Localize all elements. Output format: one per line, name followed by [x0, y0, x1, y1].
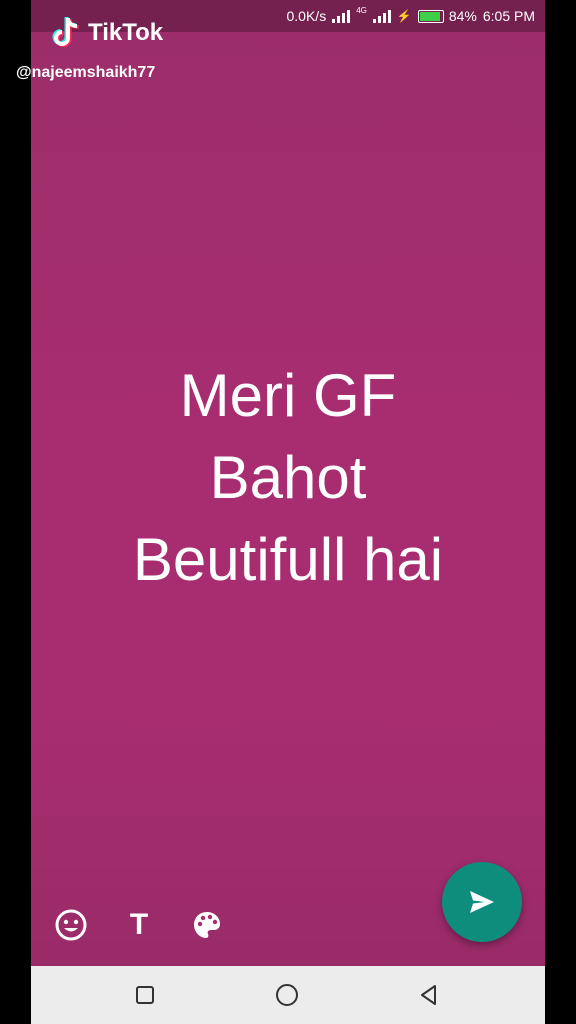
text-icon-label: T — [129, 908, 149, 941]
status-text[interactable]: Meri GF Bahot Beutifull hai — [31, 355, 545, 601]
send-icon — [470, 891, 494, 913]
signal-icon-2 — [372, 9, 391, 23]
send-button[interactable] — [442, 862, 522, 942]
recents-square-icon[interactable] — [115, 966, 175, 1024]
editor-toolbar: T — [31, 900, 281, 950]
back-triangle-icon[interactable] — [399, 966, 459, 1024]
charging-icon: ⚡ — [396, 9, 412, 23]
status-text-line: Beutifull hai — [132, 526, 444, 593]
tiktok-watermark: TikTok — [52, 16, 163, 50]
signal-icon — [332, 9, 351, 23]
home-circle-icon[interactable] — [257, 966, 317, 1024]
navigation-bar — [31, 966, 545, 1024]
status-text-line: Bahot — [209, 444, 367, 511]
battery: 84% — [417, 8, 477, 24]
network-speed: 0.0K/s — [286, 8, 327, 24]
palette-icon[interactable] — [187, 900, 227, 950]
emoji-icon[interactable] — [51, 900, 91, 950]
battery-percent: 84% — [448, 8, 477, 24]
network-type: 4G — [356, 6, 367, 15]
battery-icon — [417, 9, 444, 23]
tiktok-logo-icon — [52, 16, 80, 50]
text-icon[interactable]: T — [119, 900, 159, 950]
status-text-line: Meri GF — [179, 362, 397, 429]
tiktok-brand: TikTok — [88, 19, 164, 46]
tiktok-username: @najeemshaikh77 — [16, 64, 156, 81]
clock: 6:05 PM — [482, 8, 535, 24]
